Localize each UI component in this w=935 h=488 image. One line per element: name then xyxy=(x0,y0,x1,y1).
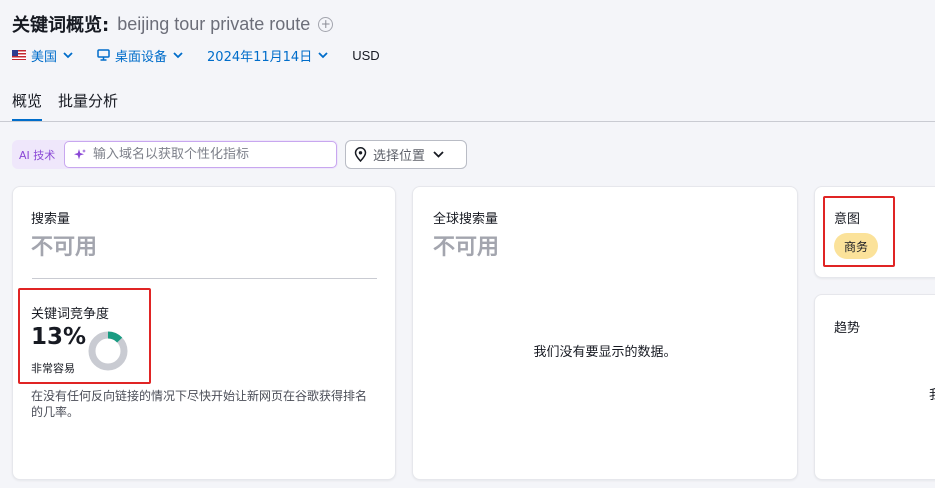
filter-bar: 美国 桌面设备 2024年11月14日 USD xyxy=(12,44,380,66)
volume-label: 搜索量 xyxy=(31,212,71,227)
page-title: 关键词概览: xyxy=(12,15,110,36)
tab-overview[interactable]: 概览 xyxy=(12,90,43,122)
date-label: 2024年11月14日 xyxy=(207,49,313,65)
add-to-list-icon[interactable]: + xyxy=(318,16,334,32)
chevron-down-icon xyxy=(318,51,328,58)
keyword-text: beijing tour private route xyxy=(117,13,311,34)
chevron-down-icon xyxy=(433,151,444,158)
device-selector[interactable]: 桌面设备 xyxy=(97,46,183,65)
intent-card: 意图 商务 xyxy=(814,186,935,278)
country-label: 美国 xyxy=(31,49,58,65)
kd-donut-chart xyxy=(88,331,128,371)
trend-label: 趋势 xyxy=(834,321,861,336)
kd-level: 非常容易 xyxy=(31,362,75,375)
device-label: 桌面设备 xyxy=(115,49,168,65)
trend-message: 我 xyxy=(929,384,935,403)
page-header: 关键词概览: beijing tour private route + xyxy=(12,11,334,37)
country-selector[interactable]: 美国 xyxy=(12,46,73,65)
ai-input-wrapper xyxy=(64,141,337,168)
kd-description: 在没有任何反向链接的情况下尽快开始让新网页在谷歌获得排名的几率。 xyxy=(31,389,368,419)
no-data-message: 我们没有要显示的数据。 xyxy=(533,345,677,360)
global-volume-label: 全球搜索量 xyxy=(433,212,499,227)
tab-bar: 概览 批量分析 xyxy=(12,90,134,122)
global-volume-card: 全球搜索量 不可用 我们没有要显示的数据。 xyxy=(412,186,798,480)
domain-input[interactable] xyxy=(93,147,333,162)
volume-kd-card: 搜索量 不可用 关键词竞争度 13% 非常容易 在没有任何反向链接的情况下尽快开… xyxy=(12,186,396,480)
tabs-divider xyxy=(0,121,935,122)
intent-label: 意图 xyxy=(834,212,861,227)
card-divider xyxy=(32,278,377,279)
desktop-icon xyxy=(97,49,110,61)
location-selector[interactable]: 选择位置 xyxy=(345,140,467,169)
volume-value: 不可用 xyxy=(31,235,98,260)
chevron-down-icon xyxy=(173,51,183,58)
kd-label: 关键词竞争度 xyxy=(31,307,110,322)
global-volume-value: 不可用 xyxy=(433,235,500,260)
currency-label: USD xyxy=(352,47,380,63)
tab-bulk-analysis[interactable]: 批量分析 xyxy=(58,90,118,122)
kd-percent: 13% xyxy=(31,324,87,350)
trend-card: 趋势 我 xyxy=(814,294,935,480)
intent-badge: 商务 xyxy=(834,233,879,259)
ai-domain-box: AI 技术 xyxy=(12,140,338,169)
sparkle-icon xyxy=(74,148,86,159)
location-pin-icon xyxy=(354,147,367,162)
location-label: 选择位置 xyxy=(373,149,426,164)
ai-label: AI 技术 xyxy=(19,148,56,162)
date-selector[interactable]: 2024年11月14日 xyxy=(207,46,328,65)
chevron-down-icon xyxy=(63,51,73,58)
us-flag-icon xyxy=(12,50,26,60)
